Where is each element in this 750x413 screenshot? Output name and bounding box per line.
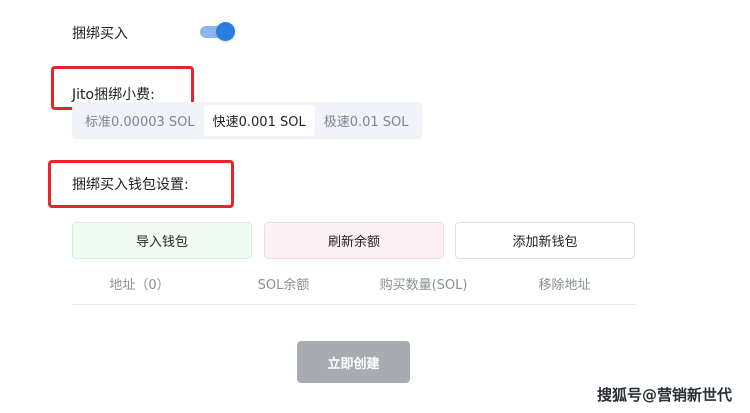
create-now-button[interactable]: 立即创建	[297, 341, 410, 383]
tip-speed-selector: 标准0.00003 SOL 快速0.001 SOL 极速0.01 SOL	[72, 102, 422, 139]
wallet-settings-label: 捆绑买入钱包设置:	[72, 177, 189, 193]
column-header-sol-balance: SOL余额	[257, 278, 310, 293]
jito-tip-label: Jito捆绑小费:	[72, 87, 155, 103]
watermark: 搜狐号@营销新世代	[597, 386, 733, 404]
add-wallet-button[interactable]: 添加新钱包	[455, 222, 635, 259]
refresh-balance-button[interactable]: 刷新余额	[264, 222, 444, 259]
column-header-buy-amount: 购买数量(SOL)	[379, 278, 468, 293]
tip-option-standard[interactable]: 标准0.00003 SOL	[76, 105, 204, 136]
toggle-knob[interactable]	[216, 22, 235, 41]
bundle-buy-label: 捆绑买入	[72, 26, 128, 42]
tip-option-turbo[interactable]: 极速0.01 SOL	[315, 105, 418, 136]
tip-option-fast[interactable]: 快速0.001 SOL	[203, 105, 315, 136]
import-wallet-button[interactable]: 导入钱包	[72, 222, 252, 259]
table-divider	[72, 304, 635, 305]
column-header-address: 地址（0）	[109, 278, 170, 293]
column-header-remove: 移除地址	[538, 278, 591, 293]
